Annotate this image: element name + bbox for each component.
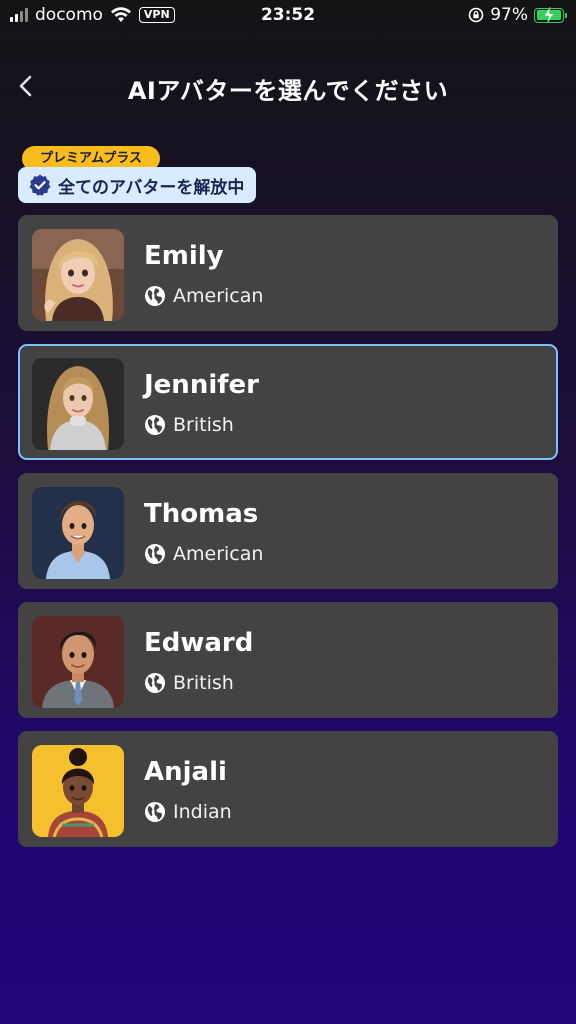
avatar-card-thomas[interactable]: Thomas American [18, 473, 558, 589]
all-avatars-unlocked-badge: 全てのアバターを解放中 [18, 167, 257, 203]
rotation-lock-icon [468, 7, 484, 23]
avatar-origin: British [144, 414, 234, 436]
origin-label: American [173, 285, 264, 307]
back-button[interactable] [14, 72, 40, 100]
avatar-image-edward [32, 616, 124, 708]
verified-badge-icon [29, 174, 51, 196]
avatar-name: Anjali [144, 757, 227, 787]
avatar-list: Emily American Jennifer British Thomas A… [18, 215, 558, 860]
avatar-name: Edward [144, 628, 254, 658]
origin-label: American [173, 543, 264, 565]
avatar-image-anjali [32, 745, 124, 837]
avatar-image-thomas [32, 487, 124, 579]
avatar-card-anjali[interactable]: Anjali Indian [18, 731, 558, 847]
avatar-card-emily[interactable]: Emily American [18, 215, 558, 331]
avatar-name: Emily [144, 241, 224, 271]
avatar-origin: British [144, 672, 234, 694]
avatar-card-edward[interactable]: Edward British [18, 602, 558, 718]
avatar-name: Thomas [144, 499, 259, 529]
nav-header: AIアバターを選んでください [0, 66, 576, 106]
avatar-image-emily [32, 229, 124, 321]
battery-percent: 97% [490, 5, 528, 25]
origin-label: British [173, 414, 234, 436]
origin-label: British [173, 672, 234, 694]
chevron-left-icon [19, 75, 32, 97]
globe-icon [145, 415, 165, 435]
globe-icon [145, 286, 165, 306]
globe-icon [145, 802, 165, 822]
avatar-origin: Indian [144, 801, 232, 823]
page-title: AIアバターを選んでください [127, 77, 449, 105]
origin-label: Indian [173, 801, 232, 823]
status-bar: docomo VPN 23:52 97% [0, 0, 576, 34]
avatar-name: Jennifer [144, 370, 260, 400]
avatar-card-jennifer[interactable]: Jennifer British [18, 344, 558, 460]
battery-icon [534, 6, 567, 23]
status-right: 97% [468, 5, 567, 25]
avatar-origin: American [144, 543, 263, 565]
charging-bolt-icon [543, 6, 555, 23]
avatar-image-jennifer [32, 358, 124, 450]
unlock-message: 全てのアバターを解放中 [58, 177, 245, 198]
avatar-origin: American [144, 285, 263, 307]
globe-icon [145, 544, 165, 564]
globe-icon [145, 673, 165, 693]
